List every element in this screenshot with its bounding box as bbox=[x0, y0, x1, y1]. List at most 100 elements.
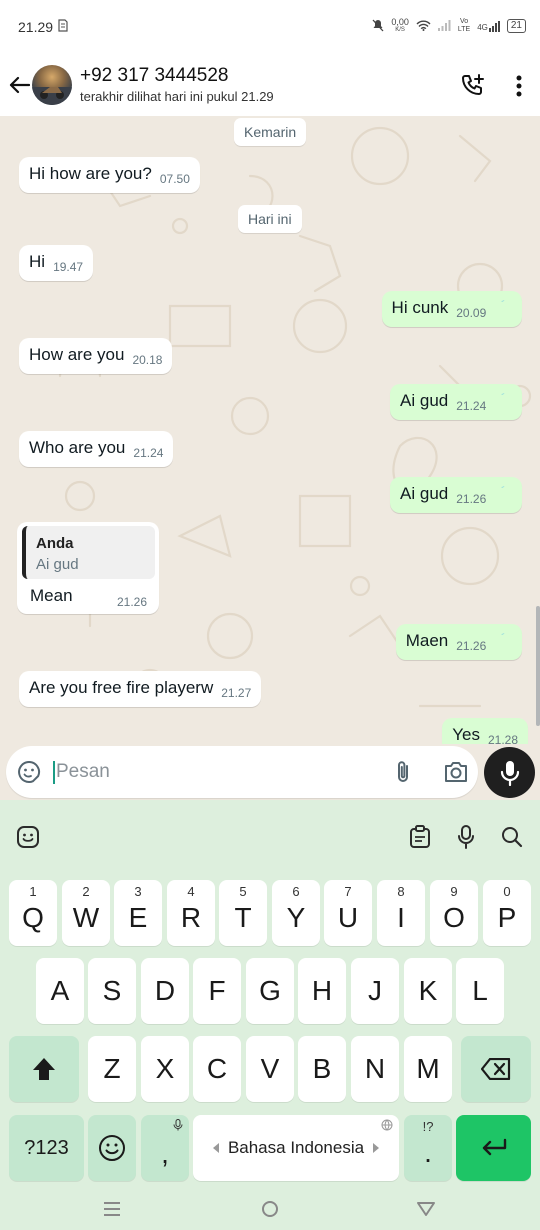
key-e[interactable]: 3E bbox=[114, 880, 162, 946]
sticker-icon bbox=[18, 760, 40, 783]
key-u[interactable]: 7U bbox=[324, 880, 372, 946]
chat-header: +92 317 3444528 terakhir dilihat hari in… bbox=[0, 54, 540, 116]
camera-button[interactable] bbox=[442, 759, 470, 785]
key-q[interactable]: 1Q bbox=[9, 880, 57, 946]
message-bubble-outgoing[interactable]: Yes 21.28 bbox=[442, 718, 528, 744]
microphone-icon bbox=[500, 760, 519, 786]
key-m[interactable]: M bbox=[404, 1036, 452, 1102]
paperclip-icon bbox=[398, 761, 408, 782]
key-w[interactable]: 2W bbox=[62, 880, 110, 946]
key-k[interactable]: K bbox=[404, 958, 452, 1024]
message-text: Hi cunk bbox=[391, 298, 449, 317]
keyboard-search-button[interactable] bbox=[500, 825, 524, 849]
message-time: 21.27 bbox=[221, 686, 252, 700]
back-button[interactable] bbox=[6, 70, 32, 100]
back-nav-button[interactable] bbox=[414, 1198, 438, 1220]
system-nav-bar bbox=[0, 1188, 540, 1230]
globe-icon bbox=[381, 1119, 393, 1131]
message-input[interactable] bbox=[56, 754, 376, 790]
message-bubble-incoming[interactable]: Hi 19.47 bbox=[19, 245, 94, 281]
message-text: Are you free fire playerw bbox=[29, 678, 214, 697]
message-time: 21.24 bbox=[456, 399, 487, 413]
mic-hint-icon bbox=[173, 1119, 183, 1131]
space-key[interactable]: Bahasa Indonesia bbox=[193, 1115, 399, 1181]
key-i[interactable]: 8I bbox=[377, 880, 425, 946]
message-time: 21.28 bbox=[487, 733, 518, 744]
key-d[interactable]: D bbox=[141, 958, 189, 1024]
status-bar: 21.29 0,00 K/S Vo LTE 4G 21 bbox=[0, 0, 540, 54]
key-s[interactable]: S bbox=[88, 958, 136, 1024]
contact-avatar[interactable] bbox=[32, 65, 72, 105]
wifi-icon bbox=[416, 20, 431, 33]
key-o[interactable]: 9O bbox=[430, 880, 478, 946]
emoji-sticker-button[interactable] bbox=[16, 759, 42, 785]
shift-key[interactable] bbox=[9, 1036, 79, 1102]
message-time: 20.09 bbox=[456, 306, 487, 320]
message-bubble-outgoing[interactable]: Maen 21.26 bbox=[395, 624, 522, 660]
key-j[interactable]: J bbox=[351, 958, 399, 1024]
message-bubble-incoming[interactable]: How are you 20.18 bbox=[19, 338, 173, 374]
key-p[interactable]: 0P bbox=[483, 880, 531, 946]
keyboard-emoji-button[interactable] bbox=[16, 825, 40, 849]
backspace-key[interactable] bbox=[461, 1036, 531, 1102]
smiley-icon bbox=[99, 1135, 125, 1161]
home-button[interactable] bbox=[258, 1198, 282, 1220]
key-b[interactable]: B bbox=[298, 1036, 346, 1102]
key-z[interactable]: Z bbox=[88, 1036, 136, 1102]
message-bubble-outgoing[interactable]: Ai gud 21.26 bbox=[390, 477, 522, 513]
home-circle-icon bbox=[262, 1201, 278, 1217]
message-time: 07.50 bbox=[159, 172, 190, 186]
key-v[interactable]: V bbox=[246, 1036, 294, 1102]
recents-button[interactable] bbox=[100, 1198, 124, 1220]
last-seen-text: terakhir dilihat hari ini pukul 21.29 bbox=[80, 89, 274, 104]
add-call-button[interactable] bbox=[458, 71, 488, 101]
date-divider-yesterday: Kemarin bbox=[234, 118, 307, 146]
search-icon bbox=[502, 827, 523, 848]
chat-scrollbar[interactable] bbox=[536, 606, 540, 726]
message-text: Maen bbox=[405, 631, 449, 650]
period-key[interactable]: !? . bbox=[404, 1115, 452, 1181]
key-y[interactable]: 6Y bbox=[272, 880, 320, 946]
message-input-container bbox=[6, 746, 478, 798]
key-l[interactable]: L bbox=[456, 958, 504, 1024]
key-h[interactable]: H bbox=[298, 958, 346, 1024]
quoted-message[interactable]: Anda Ai gud bbox=[22, 526, 155, 579]
message-bubble-outgoing[interactable]: Ai gud 21.24 bbox=[390, 384, 522, 420]
key-g[interactable]: G bbox=[246, 958, 294, 1024]
network-4g-icon: 4G bbox=[477, 20, 500, 32]
key-c[interactable]: C bbox=[193, 1036, 241, 1102]
message-time: 21.24 bbox=[133, 446, 164, 460]
chat-messages[interactable]: Kemarin Hi how are you? 07.50 Hari ini Hi… bbox=[0, 116, 540, 744]
quote-text: Ai gud bbox=[36, 556, 79, 573]
emoji-key[interactable] bbox=[88, 1115, 136, 1181]
read-ticks-icon bbox=[501, 486, 505, 488]
message-bubble-outgoing[interactable]: Hi cunk 20.09 bbox=[381, 291, 522, 327]
key-a[interactable]: A bbox=[36, 958, 84, 1024]
backspace-icon bbox=[481, 1058, 511, 1080]
message-text: Hi bbox=[29, 252, 46, 271]
contact-name[interactable]: +92 317 3444528 bbox=[80, 65, 228, 87]
text-cursor bbox=[53, 761, 55, 784]
attach-button[interactable] bbox=[390, 759, 416, 785]
voice-input-button[interactable] bbox=[454, 825, 478, 849]
key-n[interactable]: N bbox=[351, 1036, 399, 1102]
comma-key[interactable]: , bbox=[141, 1115, 189, 1181]
message-text: Mean bbox=[30, 586, 73, 605]
message-bubble-incoming[interactable]: Hi how are you? 07.50 bbox=[19, 157, 200, 193]
key-r[interactable]: 4R bbox=[167, 880, 215, 946]
key-x[interactable]: X bbox=[141, 1036, 189, 1102]
more-options-button[interactable] bbox=[510, 71, 528, 101]
symbols-key[interactable]: ?123 bbox=[9, 1115, 84, 1181]
key-t[interactable]: 5T bbox=[219, 880, 267, 946]
enter-key[interactable] bbox=[456, 1115, 531, 1181]
signal-icon bbox=[437, 19, 451, 33]
clipboard-button[interactable] bbox=[408, 825, 432, 849]
message-bubble-reply[interactable]: Anda Ai gud Mean 21.26 bbox=[17, 522, 159, 614]
voice-record-button[interactable] bbox=[484, 747, 535, 798]
message-bubble-incoming[interactable]: Who are you 21.24 bbox=[19, 431, 174, 467]
message-bubble-incoming[interactable]: Are you free fire playerw 21.27 bbox=[19, 671, 262, 707]
read-ticks-icon bbox=[501, 393, 505, 395]
key-f[interactable]: F bbox=[193, 958, 241, 1024]
message-text: Ai gud bbox=[400, 484, 449, 503]
message-time: 21.26 bbox=[456, 492, 487, 506]
